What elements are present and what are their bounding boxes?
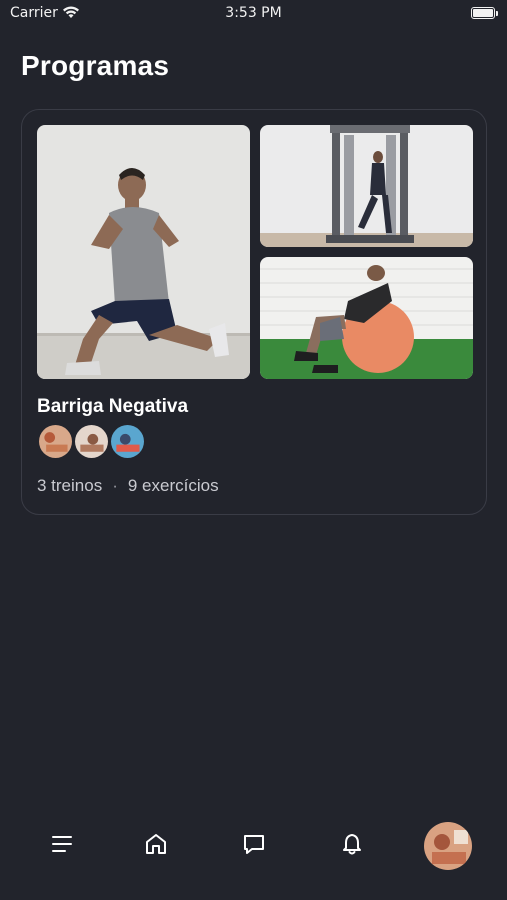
status-time: 3:53 PM bbox=[225, 5, 282, 21]
workout-thumbnail bbox=[73, 423, 110, 460]
app-screen: Carrier 3:53 PM Programas Barriga Negati… bbox=[0, 0, 507, 900]
workout-thumbnail bbox=[109, 423, 146, 460]
profile-avatar[interactable] bbox=[424, 822, 472, 870]
stability-ball-crunch-photo bbox=[260, 257, 473, 379]
home-icon[interactable] bbox=[142, 830, 170, 858]
menu-icon[interactable] bbox=[48, 830, 76, 858]
chat-icon[interactable] bbox=[240, 830, 268, 858]
battery-icon bbox=[471, 7, 498, 19]
page-title: Programas bbox=[21, 50, 170, 81]
exercise-count: 9 exercícios bbox=[127, 476, 219, 495]
lunge-exercise-photo bbox=[37, 125, 250, 379]
bell-icon[interactable] bbox=[338, 830, 366, 858]
meta-separator: · bbox=[112, 476, 118, 495]
status-bar: Carrier 3:53 PM bbox=[0, 0, 507, 28]
cable-machine-exercise-photo bbox=[260, 125, 473, 247]
workout-thumbnail bbox=[37, 423, 74, 460]
program-name: Barriga Negativa bbox=[37, 396, 189, 417]
bottom-nav bbox=[0, 818, 507, 878]
program-card[interactable]: Barriga Negativa 3 treinos · 9 exercícios bbox=[21, 109, 487, 515]
program-meta: 3 treinos · 9 exercícios bbox=[37, 476, 219, 496]
workout-count: 3 treinos bbox=[37, 476, 103, 495]
